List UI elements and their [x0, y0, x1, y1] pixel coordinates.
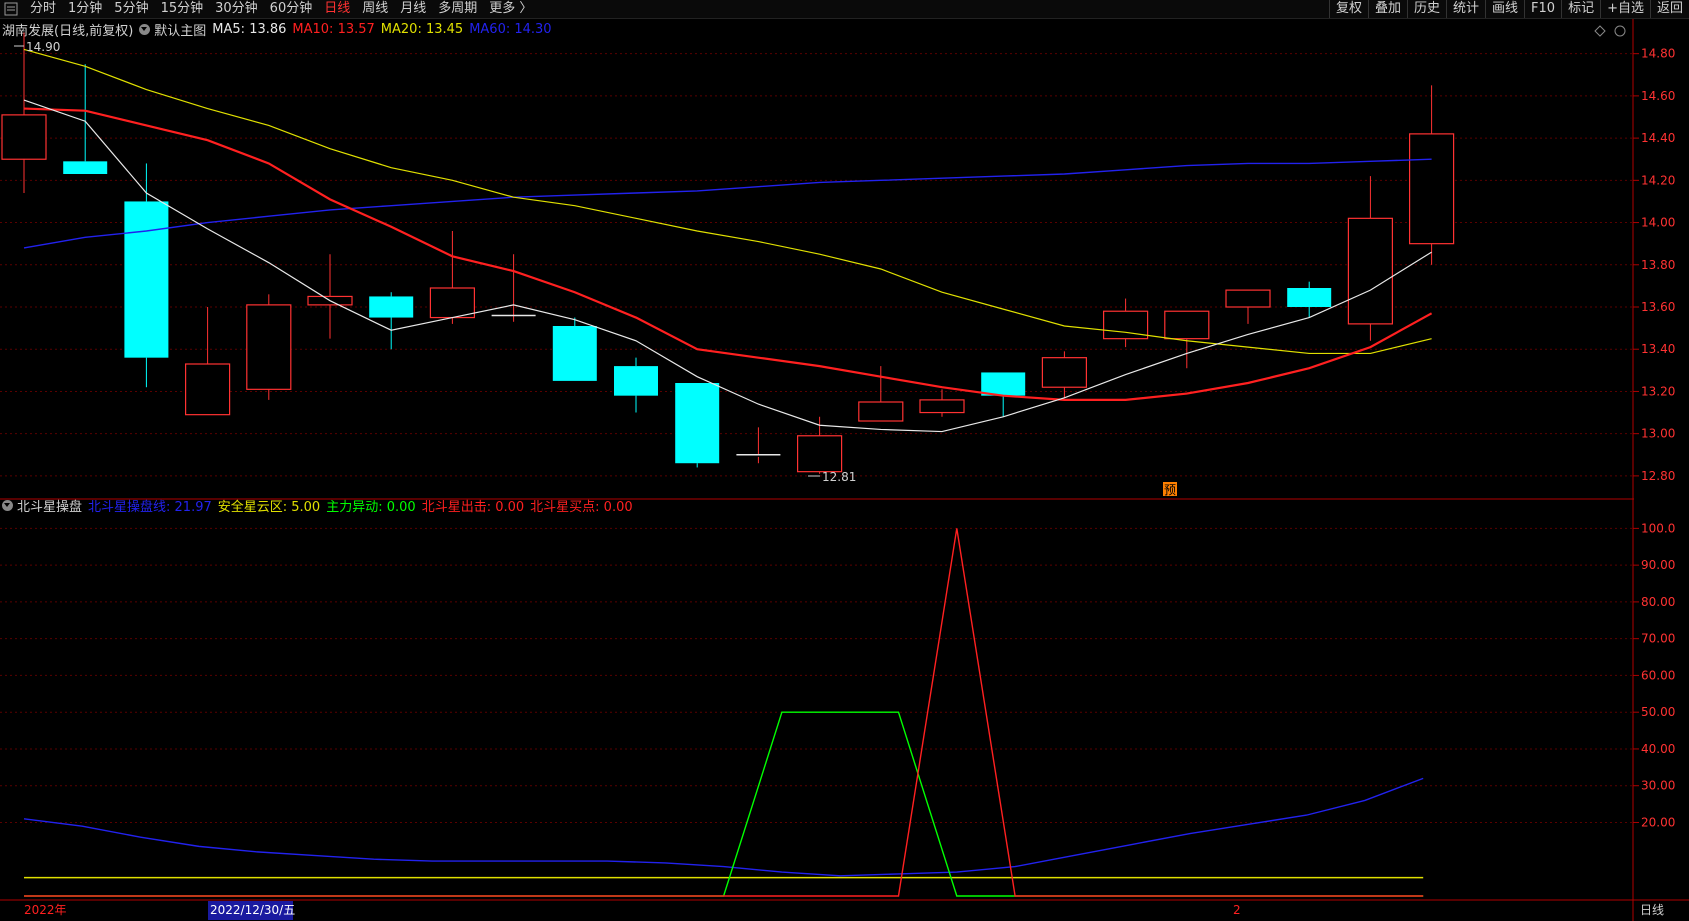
candle-body-15	[919, 399, 965, 414]
candle-body-22	[1347, 217, 1394, 325]
diamond-icon[interactable]	[1594, 25, 1606, 37]
candle-body-1	[63, 161, 108, 174]
candle-body-14	[858, 401, 904, 422]
sub-tick-label-1: 90.00	[1641, 558, 1675, 572]
main-grid: 14.80 14.60 14.40 14.20 14.00 13.80 13.60 13.40…	[0, 47, 1675, 483]
low-label: 12.81	[822, 470, 856, 484]
main-tick-label-6: 13.60	[1641, 300, 1675, 314]
candle-body-21	[1287, 288, 1332, 307]
main-tick-label-2: 14.40	[1641, 131, 1675, 145]
ma10-line	[23, 107, 1433, 401]
candle-body-10	[614, 366, 658, 396]
ma20-line	[23, 48, 1432, 355]
sub-tick-label-4: 60.00	[1641, 668, 1675, 682]
footer-cursor-date: 2022/12/30/五	[210, 903, 295, 917]
candle-body-2	[124, 201, 169, 358]
main-tick-label-1: 14.60	[1641, 89, 1675, 103]
sub-tick-label-5: 50.00	[1641, 705, 1675, 719]
candle-body-6	[369, 296, 414, 318]
candle-body-16	[981, 372, 1026, 396]
ma-lines	[23, 48, 1433, 433]
candle-body-19	[1164, 310, 1210, 340]
ma60-line	[23, 158, 1432, 249]
main-tick-label-9: 13.00	[1641, 427, 1675, 441]
high-label: 14.90	[26, 40, 60, 54]
chart-canvas[interactable]: 14.80 14.60 14.40 14.20 14.00 13.80 13.60 13.40…	[0, 0, 1689, 921]
candle-body-17	[1041, 357, 1088, 388]
main-tick-label-5: 13.80	[1641, 258, 1675, 272]
footer-year: 2022年	[24, 903, 67, 917]
candle-body-20	[1225, 289, 1271, 308]
sub-tick-label-7: 30.00	[1641, 779, 1675, 793]
candlesticks	[1, 32, 1455, 474]
sub-tick-label-8: 20.00	[1641, 815, 1675, 829]
main-tick-label-0: 14.80	[1641, 47, 1675, 61]
candle-body-4	[246, 304, 292, 390]
main-tick-label-3: 14.20	[1641, 173, 1675, 187]
sub-tick-label-6: 40.00	[1641, 742, 1675, 756]
candle-body-0	[1, 114, 47, 160]
sub-tick-label-3: 70.00	[1641, 632, 1675, 646]
candle-body-3	[185, 363, 231, 416]
forecast-marker: 预	[1164, 483, 1176, 497]
indicator-series-3	[24, 528, 1424, 897]
settings-icon[interactable]	[1614, 25, 1626, 37]
candle-body-11	[675, 383, 720, 464]
candle-body-9	[552, 326, 597, 381]
footer-period[interactable]: 日线	[1640, 903, 1664, 917]
candle-body-23	[1408, 133, 1455, 245]
indicator-series-2	[24, 711, 1424, 897]
indicator-lines	[23, 528, 1424, 897]
main-tick-label-4: 14.00	[1641, 216, 1675, 230]
sub-grid: 100.0 90.00 80.00 70.00 60.00 50.00 40.00 30.00…	[0, 521, 1675, 829]
candle-body-13	[796, 435, 843, 473]
sub-tick-label-2: 80.00	[1641, 595, 1675, 609]
sub-tick-label-0: 100.0	[1641, 521, 1675, 535]
indicator-series-0	[23, 777, 1424, 877]
candle-body-7	[429, 287, 475, 319]
main-tick-label-10: 12.80	[1641, 469, 1675, 483]
main-tick-label-7: 13.40	[1641, 342, 1675, 356]
footer-month: 2	[1233, 903, 1241, 917]
main-tick-label-8: 13.20	[1641, 384, 1675, 398]
